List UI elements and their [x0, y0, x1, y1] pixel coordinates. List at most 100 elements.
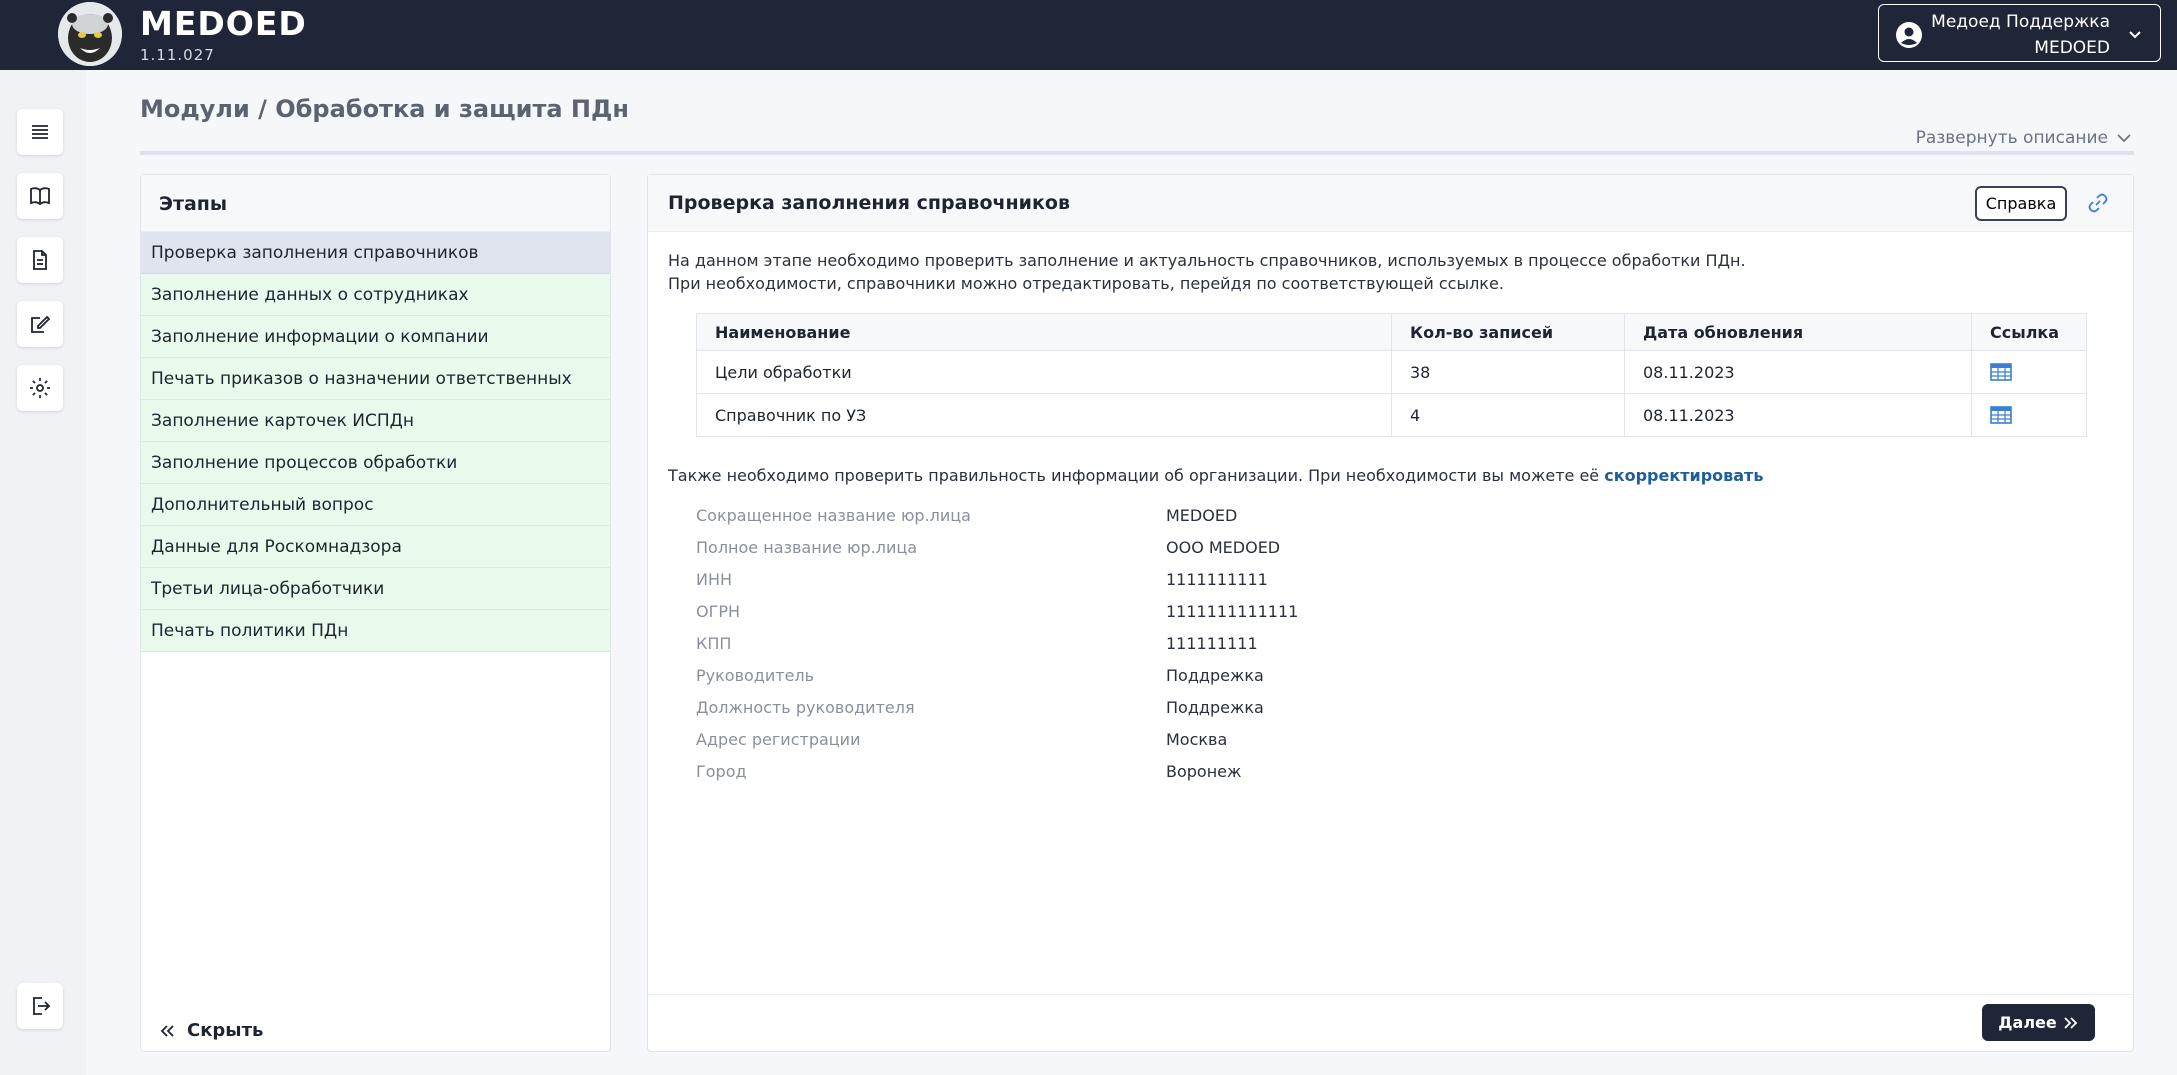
- org-info-label: Должность руководителя: [696, 698, 915, 717]
- table-row: Цели обработки 38 08.11.2023: [696, 350, 2087, 394]
- column-header: Наименование: [696, 313, 1392, 351]
- record-count: 38: [1391, 350, 1625, 394]
- gear-icon: [30, 378, 50, 398]
- org-check-note: Также необходимо проверить правильность …: [668, 466, 1763, 485]
- table-icon[interactable]: [1990, 363, 2012, 381]
- org-info-label: Сокращенное название юр.лица: [696, 506, 971, 525]
- update-date: 08.11.2023: [1624, 350, 1972, 394]
- dictionary-link-cell: [1971, 393, 2087, 437]
- stages-title: Этапы: [141, 175, 610, 232]
- next-button[interactable]: Далее: [1982, 1004, 2095, 1041]
- org-info-row: Должность руководителя Поддрежка: [696, 692, 1596, 724]
- side-rail: [0, 70, 86, 1075]
- org-info-label: Руководитель: [696, 666, 815, 685]
- org-info-label: ОГРН: [696, 602, 741, 621]
- rail-list-button[interactable]: [17, 109, 63, 155]
- column-header: Дата обновления: [1624, 313, 1972, 351]
- org-info-row: Полное название юр.лица ООО MEDOED: [696, 532, 1596, 564]
- stage-description: На данном этапе необходимо проверить зап…: [668, 249, 1746, 295]
- table-row: Справочник по УЗ 4 08.11.2023: [696, 393, 2087, 437]
- logout-button[interactable]: [17, 983, 63, 1029]
- stage-item[interactable]: Заполнение информации о компании: [141, 316, 610, 358]
- book-icon: [30, 187, 50, 206]
- content-header: Проверка заполнения справочников Справка: [648, 175, 2133, 232]
- record-count: 4: [1391, 393, 1625, 437]
- org-info-value: 111111111: [1166, 634, 1258, 653]
- org-info-row: КПП 111111111: [696, 628, 1596, 660]
- user-name: Медоед Поддержка: [1931, 12, 2110, 32]
- org-info-value: Воронеж: [1166, 762, 1242, 781]
- org-info-value: 1111111111: [1166, 570, 1268, 589]
- dictionary-name: Справочник по УЗ: [696, 393, 1392, 437]
- hide-stages-label: Скрыть: [187, 1020, 264, 1041]
- org-info-row: ОГРН 1111111111111: [696, 596, 1596, 628]
- correct-org-link[interactable]: скорректировать: [1604, 466, 1763, 485]
- stage-item[interactable]: Заполнение карточек ИСПДн: [141, 400, 610, 442]
- stage-item[interactable]: Заполнение данных о сотрудниках: [141, 274, 610, 316]
- dictionaries-table: Наименование Кол-во записей Дата обновле…: [696, 313, 2087, 437]
- org-info-value: 1111111111111: [1166, 602, 1299, 621]
- logout-icon: [33, 997, 51, 1015]
- top-bar: MEDOED 1.11.027 Медоед Поддержка MEDOED: [0, 0, 2177, 70]
- page-title: Модули / Обработка и защита ПДн: [140, 95, 629, 123]
- double-chevron-right-icon: [2064, 1016, 2078, 1029]
- expand-description-link[interactable]: Развернуть описание: [1916, 128, 2132, 148]
- org-info-value: ООО MEDOED: [1166, 538, 1281, 557]
- org-info-label: Город: [696, 762, 747, 781]
- chevron-down-icon: [2117, 134, 2131, 143]
- list-icon: [32, 125, 48, 139]
- chevron-down-icon: [2129, 31, 2141, 39]
- org-info-row: ИНН 1111111111: [696, 564, 1596, 596]
- org-info-label: Адрес регистрации: [696, 730, 861, 749]
- org-info-value: Поддрежка: [1166, 698, 1264, 717]
- app-name: MEDOED: [140, 4, 307, 43]
- help-button[interactable]: Справка: [1975, 186, 2067, 221]
- dictionary-name: Цели обработки: [696, 350, 1392, 394]
- stage-item[interactable]: Заполнение процессов обработки: [141, 442, 610, 484]
- description-line: На данном этапе необходимо проверить зап…: [668, 251, 1746, 270]
- brand: MEDOED 1.11.027: [140, 4, 307, 64]
- rail-edit-button[interactable]: [17, 301, 63, 347]
- stage-content-panel: Проверка заполнения справочников Справка…: [647, 174, 2134, 1052]
- stage-item[interactable]: Данные для Роскомнадзора: [141, 526, 610, 568]
- app-version: 1.11.027: [140, 46, 215, 64]
- table-icon[interactable]: [1990, 406, 2012, 424]
- column-header: Кол-во записей: [1391, 313, 1625, 351]
- stages-panel: Этапы Проверка заполнения справочников З…: [140, 174, 611, 1052]
- stage-item[interactable]: Дополнительный вопрос: [141, 484, 610, 526]
- content-footer: Далее: [648, 994, 2133, 1051]
- org-info-label: КПП: [696, 634, 732, 653]
- user-circle-icon: [1896, 22, 1922, 48]
- stage-item[interactable]: Печать политики ПДн: [141, 610, 610, 652]
- stage-item[interactable]: Третьи лица-обработчики: [141, 568, 610, 610]
- org-info-row: Адрес регистрации Москва: [696, 724, 1596, 756]
- org-info-list: Сокращенное название юр.лица MEDOED Полн…: [696, 500, 1596, 788]
- header-divider: [140, 151, 2134, 155]
- org-info-row: Руководитель Поддрежка: [696, 660, 1596, 692]
- org-info-row: Город Воронеж: [696, 756, 1596, 788]
- table-header-row: Наименование Кол-во записей Дата обновле…: [696, 313, 2087, 351]
- user-org: MEDOED: [2034, 38, 2110, 58]
- org-info-value: Поддрежка: [1166, 666, 1264, 685]
- org-info-row: Сокращенное название юр.лица MEDOED: [696, 500, 1596, 532]
- dictionary-link-cell: [1971, 350, 2087, 394]
- rail-document-button[interactable]: [17, 237, 63, 283]
- org-info-value: Москва: [1166, 730, 1228, 749]
- description-line: При необходимости, справочники можно отр…: [668, 274, 1504, 293]
- stage-item[interactable]: Проверка заполнения справочников: [141, 232, 610, 274]
- content-title: Проверка заполнения справочников: [668, 192, 1070, 214]
- org-check-text: Также необходимо проверить правильность …: [668, 466, 1600, 485]
- stage-item[interactable]: Печать приказов о назначении ответственн…: [141, 358, 610, 400]
- link-icon[interactable]: [2087, 192, 2109, 214]
- user-menu-button[interactable]: Медоед Поддержка MEDOED: [1878, 4, 2161, 62]
- update-date: 08.11.2023: [1624, 393, 1972, 437]
- edit-icon: [31, 315, 51, 333]
- document-icon: [33, 250, 47, 270]
- hide-stages-button[interactable]: Скрыть: [159, 1020, 263, 1041]
- org-info-label: ИНН: [696, 570, 733, 589]
- logo[interactable]: [58, 2, 122, 66]
- next-button-label: Далее: [1998, 1013, 2057, 1032]
- rail-settings-button[interactable]: [17, 365, 63, 411]
- rail-book-button[interactable]: [17, 173, 63, 219]
- expand-description-label: Развернуть описание: [1915, 128, 2108, 148]
